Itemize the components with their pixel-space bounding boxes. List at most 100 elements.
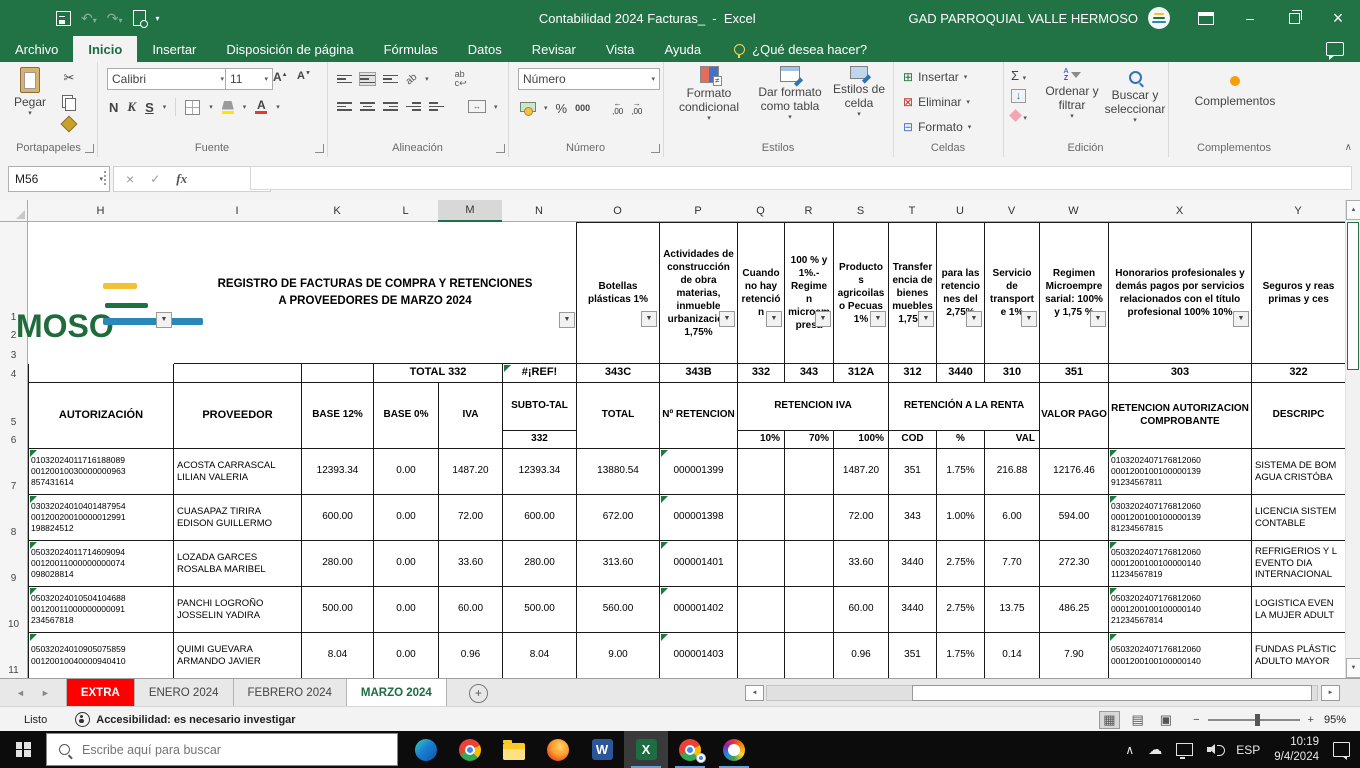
cell-I8[interactable]: CUASAPAZ TIRIRA EDISON GUILLERMO	[173, 494, 302, 541]
cell-K9[interactable]: 280.00	[301, 540, 374, 587]
cell-U6[interactable]: %	[936, 430, 985, 449]
align-right-button[interactable]	[383, 101, 398, 113]
cell-O4[interactable]: 343C	[576, 363, 660, 383]
align-middle-button[interactable]	[360, 73, 375, 85]
row-header-11[interactable]: 11	[0, 632, 28, 678]
font-dialog-launcher[interactable]	[315, 144, 324, 153]
cell-H11[interactable]: 05032024010905075859 0012001004000094041…	[28, 632, 174, 678]
column-header-X[interactable]: X	[1108, 200, 1252, 222]
column-header-S[interactable]: S	[833, 200, 889, 222]
font-color-button[interactable]: A	[255, 100, 267, 114]
account-name[interactable]: GAD PARROQUIAL VALLE HERMOSO	[909, 11, 1138, 26]
cell-Y1[interactable]: Seguros y reas primas y ces	[1251, 222, 1345, 364]
cell-M9[interactable]: 33.60	[438, 540, 503, 587]
bold-button[interactable]: N	[109, 100, 118, 115]
filter-dropdown[interactable]: ▼	[641, 311, 657, 327]
taskbar-app-firefox[interactable]	[536, 731, 580, 768]
cell-styles-button[interactable]: Estilos de celda▾	[831, 66, 887, 119]
format-painter-button[interactable]	[60, 116, 78, 132]
print-preview-icon[interactable]	[133, 10, 146, 26]
report-title[interactable]: REGISTRO DE FACTURAS DE COMPRA Y RETENCI…	[173, 222, 577, 364]
cell-H8[interactable]: 03032024010401487954 0012002001000001299…	[28, 494, 174, 541]
clock[interactable]: 10:199/4/2024	[1274, 735, 1319, 764]
show-hidden-icons[interactable]: ∧	[1125, 743, 1134, 757]
font-name-select[interactable]: Calibri▾	[107, 68, 229, 90]
sheet-tab-enero-2024[interactable]: ENERO 2024	[135, 679, 234, 707]
underline-button[interactable]: S	[145, 100, 154, 115]
tell-me-box[interactable]: ¿Qué desea hacer?	[734, 42, 867, 57]
cell-P4[interactable]: 343B	[659, 363, 738, 383]
cell-T4[interactable]: 312	[888, 363, 937, 383]
cell-W1[interactable]: Regimen Microempre sarial: 100% y 1,75 %…	[1039, 222, 1109, 364]
cell-X10[interactable]: 0503202407176812060 0001200100100000140 …	[1108, 586, 1252, 633]
column-header-I[interactable]: I	[173, 200, 302, 222]
autosum-button[interactable]: Σ ▾	[1011, 68, 1027, 83]
row-header-7[interactable]: 7	[0, 448, 28, 495]
cell-U1[interactable]: para las retenciones del 2,75%▼	[936, 222, 985, 364]
cell-Q9[interactable]	[737, 540, 785, 587]
zoom-slider-thumb[interactable]	[1255, 714, 1260, 726]
cell-M10[interactable]: 60.00	[438, 586, 503, 633]
comments-icon[interactable]	[1326, 42, 1344, 56]
sheet-tab-marzo-2024[interactable]: MARZO 2024	[347, 679, 447, 707]
cell-K11[interactable]: 8.04	[301, 632, 374, 678]
cell-K7[interactable]: 12393.34	[301, 448, 374, 495]
cell-M8[interactable]: 72.00	[438, 494, 503, 541]
taskbar-search[interactable]	[46, 733, 398, 766]
number-format-select[interactable]: Número▾	[518, 68, 660, 90]
cell-X7[interactable]: 0103202407176812060 0001200100100000139 …	[1108, 448, 1252, 495]
cell-H9[interactable]: 05032024011714609094 0012001100000000007…	[28, 540, 174, 587]
column-header-L[interactable]: L	[373, 200, 439, 222]
cut-button[interactable]: ✂	[60, 70, 78, 86]
minimize-button[interactable]: –	[1228, 0, 1272, 36]
row-header-8[interactable]: 8	[0, 494, 28, 541]
cell-T5[interactable]: RETENCIÓN A LA RENTA	[888, 382, 1040, 431]
wrap-text-button[interactable]: abc↩	[455, 70, 467, 88]
column-header-V[interactable]: V	[984, 200, 1040, 222]
cell-I11[interactable]: QUIMI GUEVARA ARMANDO JAVIER	[173, 632, 302, 678]
clipboard-dialog-launcher[interactable]	[85, 144, 94, 153]
redo-icon[interactable]: ↷▾	[107, 10, 123, 27]
cell-U9[interactable]: 2.75%	[936, 540, 985, 587]
filter-dropdown[interactable]: ▼	[719, 311, 735, 327]
filter-dropdown[interactable]: ▼	[766, 311, 782, 327]
column-header-P[interactable]: P	[659, 200, 738, 222]
cell-L4[interactable]: TOTAL 332	[373, 363, 503, 383]
cell-K5[interactable]: BASE 12%	[301, 382, 374, 449]
name-box[interactable]: M56▾	[8, 166, 110, 192]
sort-filter-button[interactable]: AZ Ordenar y filtrar▾	[1041, 68, 1103, 121]
sheet-tab-extra[interactable]: EXTRA	[66, 679, 135, 707]
cell-O9[interactable]: 313.60	[576, 540, 660, 587]
cell-S11[interactable]: 0.96	[833, 632, 889, 678]
number-dialog-launcher[interactable]	[651, 144, 660, 153]
cell-H7[interactable]: 01032024011716188089 0012001003000000096…	[28, 448, 174, 495]
increase-indent-button[interactable]	[429, 101, 444, 113]
cell-L10[interactable]: 0.00	[373, 586, 439, 633]
cell-K4[interactable]	[301, 363, 374, 383]
menu-tab-fórmulas[interactable]: Fórmulas	[369, 36, 453, 62]
cell-N7[interactable]: 12393.34	[502, 448, 577, 495]
decrease-font-button[interactable]: A▼	[297, 70, 311, 82]
menu-tab-archivo[interactable]: Archivo	[0, 36, 73, 62]
cell-S1[interactable]: Productos agricoilas o Pecuas 1%▼	[833, 222, 889, 364]
cell-O1[interactable]: Botellas plásticas 1%▼	[576, 222, 660, 364]
action-center-icon[interactable]	[1333, 742, 1350, 757]
accessibility-status[interactable]: Accesibilidad: es necesario investigar	[96, 714, 295, 726]
cell-I4[interactable]	[173, 363, 302, 383]
filter-dropdown[interactable]: ▼	[1021, 311, 1037, 327]
cell-R7[interactable]	[784, 448, 834, 495]
cell-N11[interactable]: 8.04	[502, 632, 577, 678]
vertical-scrollbar[interactable]: ▲ ▼	[1345, 200, 1360, 678]
cell-P11[interactable]: 000001403	[659, 632, 738, 678]
filter-dropdown[interactable]: ▼	[1090, 311, 1106, 327]
collapse-ribbon-button[interactable]: ∧	[1345, 142, 1352, 153]
cell-S7[interactable]: 1487.20	[833, 448, 889, 495]
cell-V6[interactable]: VAL	[984, 430, 1040, 449]
column-header-U[interactable]: U	[936, 200, 985, 222]
delete-cells-button[interactable]: ⊠Eliminar▾	[903, 95, 970, 109]
cell-O7[interactable]: 13880.54	[576, 448, 660, 495]
cell-V11[interactable]: 0.14	[984, 632, 1040, 678]
cell-T9[interactable]: 3440	[888, 540, 937, 587]
menu-tab-insertar[interactable]: Insertar	[137, 36, 211, 62]
cell-T7[interactable]: 351	[888, 448, 937, 495]
